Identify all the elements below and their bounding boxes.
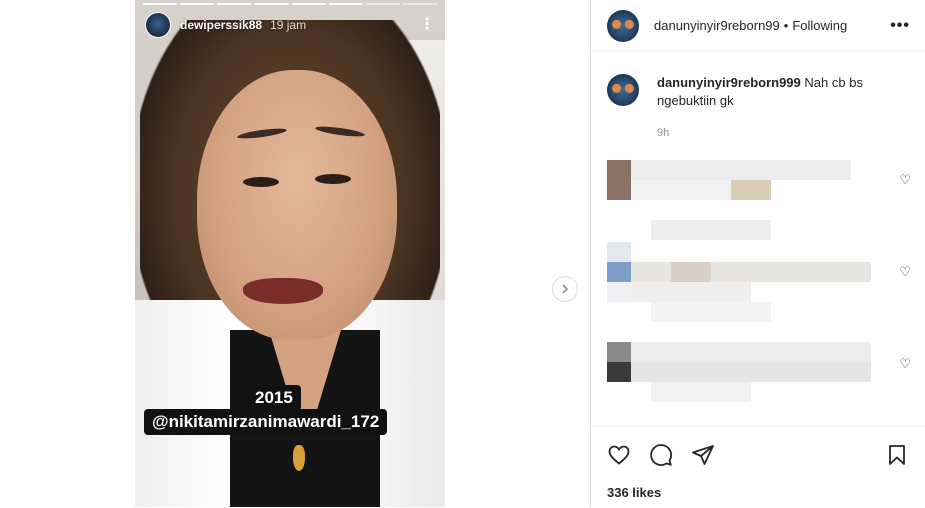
post-media-area: dewiperssik88 19 jam ⋮ 2015 @nikitamirza…: [0, 0, 590, 507]
story-progress-bar: [143, 3, 437, 5]
progress-segment: [217, 3, 252, 5]
story-frame[interactable]: dewiperssik88 19 jam ⋮ 2015 @nikitamirza…: [135, 0, 445, 507]
author-username[interactable]: danunyinyir9reborn99: [654, 18, 780, 33]
photo-lips: [243, 278, 323, 304]
caption-username[interactable]: danunyinyir9reborn999: [657, 75, 801, 90]
story-username[interactable]: dewiperssik88: [180, 18, 262, 32]
separator-dot: •: [783, 18, 789, 33]
progress-segment: [180, 3, 215, 5]
mention-sticker[interactable]: @nikitamirzanimawardi_172: [144, 409, 388, 435]
story-avatar[interactable]: [145, 12, 171, 38]
right-eye: [315, 174, 351, 184]
comments-list: danunyinyir9reborn999 Nah cb bs ngebukti…: [591, 52, 925, 426]
heart-icon[interactable]: [607, 443, 631, 467]
left-brow: [236, 126, 288, 141]
progress-segment: [291, 3, 326, 5]
year-sticker: 2015: [247, 385, 301, 411]
photo-pendant: [293, 445, 305, 471]
caption-text-block: danunyinyir9reborn999 Nah cb bs ngebukti…: [657, 74, 893, 110]
comment-like-icon[interactable]: ♡: [899, 356, 911, 372]
caption-timestamp: 9h: [657, 127, 670, 139]
progress-segment: [143, 3, 178, 5]
post-actions: 336 likes: [591, 426, 925, 508]
comment-like-icon[interactable]: ♡: [899, 172, 911, 188]
post-caption: danunyinyir9reborn999 Nah cb bs ngebukti…: [607, 74, 893, 110]
story-time: 19 jam: [270, 18, 307, 32]
author-avatar[interactable]: [607, 9, 639, 42]
caption-avatar[interactable]: [607, 74, 639, 106]
more-options-icon[interactable]: •••: [890, 17, 910, 35]
post-header: danunyinyir9reborn99 • Following •••: [591, 0, 925, 52]
following-button[interactable]: Following: [792, 18, 847, 33]
left-eye: [243, 177, 279, 187]
comment-bubble-icon[interactable]: [649, 443, 673, 467]
right-brow: [314, 124, 366, 139]
likes-count[interactable]: 336 likes: [607, 485, 661, 500]
progress-segment: [328, 3, 363, 5]
vertical-dots-icon[interactable]: ⋮: [419, 17, 435, 33]
progress-segment: [254, 3, 289, 5]
progress-segment: [402, 3, 437, 5]
bookmark-icon[interactable]: [885, 443, 909, 467]
comment-like-icon[interactable]: ♡: [899, 264, 911, 280]
progress-segment: [365, 3, 400, 5]
paper-plane-icon[interactable]: [691, 443, 715, 467]
story-header: dewiperssik88 19 jam ⋮: [145, 11, 435, 39]
chevron-right-icon[interactable]: [552, 276, 578, 302]
post-side-panel: danunyinyir9reborn99 • Following ••• dan…: [590, 0, 925, 507]
